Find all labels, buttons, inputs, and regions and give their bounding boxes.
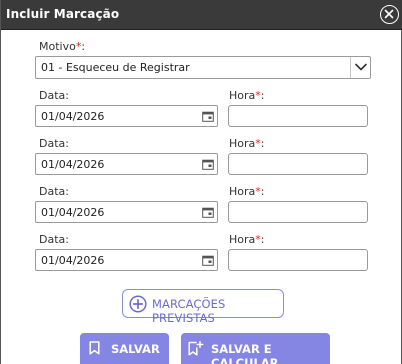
data-value: 01/04/2026 [41, 110, 105, 123]
salvar-e-calcular-button[interactable]: SALVAR E CALCULAR [181, 333, 330, 364]
plus-circle-icon [129, 295, 147, 313]
data-input[interactable]: 01/04/2026 [35, 105, 218, 127]
motivo-select[interactable]: 01 - Esqueceu de Registrar [35, 56, 371, 79]
hora-input[interactable] [228, 249, 368, 271]
colon: : [260, 137, 265, 150]
marcacoes-previstas-button[interactable]: MARCAÇÕES PREVISTAS [122, 289, 284, 325]
chevron-down-icon [355, 63, 367, 71]
data-value: 01/04/2026 [41, 158, 105, 171]
hora-label-text: Hora [229, 185, 256, 198]
dropdown-toggle[interactable] [350, 57, 370, 78]
data-input[interactable]: 01/04/2026 [35, 201, 218, 223]
dialog-title: Incluir Marcação [6, 7, 120, 21]
hora-label-text: Hora [229, 233, 256, 246]
calendar-icon[interactable] [202, 159, 214, 170]
motivo-select-value: 01 - Esqueceu de Registrar [41, 61, 190, 74]
bookmark-plus-icon [188, 341, 204, 356]
hora-label: Hora*: [229, 233, 264, 246]
close-button[interactable] [380, 5, 399, 24]
data-label: Data: [39, 137, 69, 150]
colon: : [260, 89, 265, 102]
colon: : [260, 233, 265, 246]
data-label: Data: [39, 89, 69, 102]
hora-label: Hora*: [229, 89, 264, 102]
hora-input[interactable] [228, 153, 368, 175]
calendar-icon[interactable] [202, 111, 214, 122]
motivo-label: Motivo*: [39, 40, 85, 53]
motivo-label-text: Motivo [39, 40, 76, 53]
calendar-icon[interactable] [202, 255, 214, 266]
data-input[interactable]: 01/04/2026 [35, 153, 218, 175]
hora-label-text: Hora [229, 137, 256, 150]
dialog-titlebar: Incluir Marcação [1, 0, 402, 30]
colon: : [81, 40, 86, 53]
data-label: Data: [39, 233, 69, 246]
salvar-e-calcular-label: SALVAR E CALCULAR [211, 342, 279, 364]
marcacoes-previstas-label: MARCAÇÕES PREVISTAS [152, 297, 226, 325]
colon: : [260, 185, 265, 198]
hora-label: Hora*: [229, 137, 264, 150]
hora-label: Hora*: [229, 185, 264, 198]
bookmark-icon [89, 341, 100, 355]
salvar-button[interactable]: SALVAR [80, 333, 169, 364]
incluir-marcacao-dialog: Incluir Marcação Motivo*: 01 - Esqueceu … [0, 0, 402, 364]
data-label: Data: [39, 185, 69, 198]
data-input[interactable]: 01/04/2026 [35, 249, 218, 271]
calendar-icon[interactable] [202, 207, 214, 218]
data-value: 01/04/2026 [41, 254, 105, 267]
hora-input[interactable] [228, 201, 368, 223]
data-value: 01/04/2026 [41, 206, 105, 219]
salvar-label: SALVAR [111, 342, 160, 356]
hora-label-text: Hora [229, 89, 256, 102]
hora-input[interactable] [228, 105, 368, 127]
close-icon [384, 9, 394, 19]
